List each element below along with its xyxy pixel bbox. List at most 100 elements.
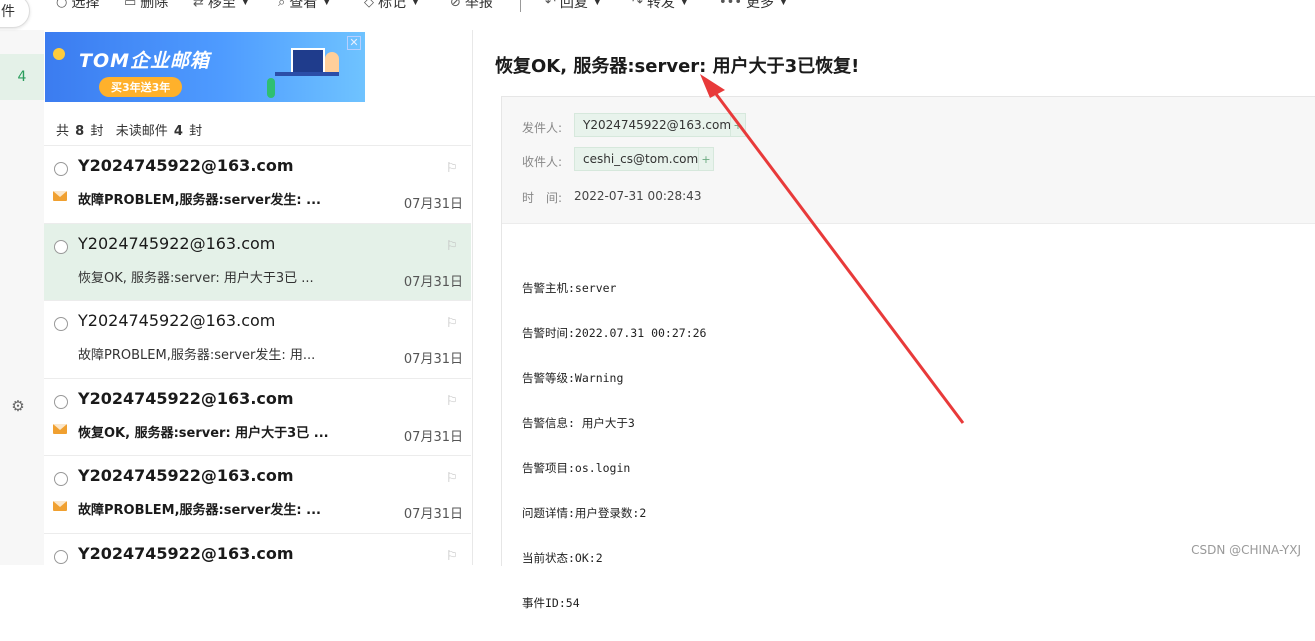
mail-list-item[interactable]: Y2024745922@163.com ⚐ 故障PROBLEM,服务器:server… bbox=[44, 455, 471, 533]
mail-list: TOM企业邮箱 买3年送3年 ✕ 共 8 封 未读邮件 4 封 Y2024745… bbox=[44, 30, 473, 611]
forward-icon: ↷ bbox=[632, 0, 643, 10]
desk-illustration bbox=[275, 72, 339, 76]
mail-list-item[interactable]: Y2024745922@163.com ⚐ 故障PROBLEM,服务器:server… bbox=[44, 145, 471, 223]
monitor-illustration bbox=[291, 48, 325, 74]
select-radio[interactable] bbox=[54, 549, 68, 564]
tag-button[interactable]: ◇ 标记 ▼ bbox=[364, 0, 419, 13]
select-radio[interactable] bbox=[54, 394, 68, 409]
to-label: 收件人: bbox=[522, 155, 563, 169]
chevron-down-icon: ▼ bbox=[412, 0, 419, 7]
mail-sender: Y2024745922@163.com bbox=[78, 543, 294, 563]
body-line: 告警等级:Warning bbox=[522, 371, 624, 385]
select-radio[interactable] bbox=[54, 239, 68, 254]
to-address[interactable]: ceshi_cs@tom.com bbox=[574, 147, 708, 171]
chevron-down-icon: ▼ bbox=[680, 0, 688, 7]
flag-icon[interactable]: ⚐ bbox=[446, 394, 460, 410]
mail-subject: 恢复OK, 服务器:server: 用户大于3已 ... bbox=[78, 425, 329, 441]
flag-icon[interactable]: ⚐ bbox=[446, 549, 460, 565]
banner-promo: 买3年送3年 bbox=[99, 77, 183, 97]
reply-icon: ↶ bbox=[545, 0, 556, 10]
report-button[interactable]: ⊘ 举报 bbox=[450, 0, 493, 13]
trash-icon: ▭ bbox=[124, 0, 137, 10]
select-button[interactable]: ○ 选择 bbox=[56, 0, 99, 13]
mail-date: 07月31日 bbox=[403, 507, 463, 522]
promo-banner[interactable]: TOM企业邮箱 买3年送3年 ✕ bbox=[45, 32, 365, 102]
chevron-down-icon: ▼ bbox=[323, 0, 331, 7]
body-line: 告警项目:os.login bbox=[522, 461, 631, 475]
mail-subject-title: 恢复OK, 服务器:server: 用户大于3已恢复! bbox=[495, 56, 860, 77]
body-line: 告警信息: 用户大于3 bbox=[522, 416, 635, 430]
mail-date: 07月31日 bbox=[403, 274, 463, 290]
move-button[interactable]: ⇄ 移至 ▼ bbox=[193, 0, 249, 13]
select-radio[interactable] bbox=[54, 317, 68, 331]
mail-list-item[interactable]: Y2024745922@163.com ⚐ 恢复OK, 服务器:server: 用户… bbox=[44, 222, 471, 301]
banner-brand: TOM企业邮箱 bbox=[79, 50, 211, 72]
chevron-down-icon: ▼ bbox=[241, 0, 249, 7]
mail-date: 07月31日 bbox=[403, 197, 463, 212]
time-label: 时 间: bbox=[522, 191, 563, 205]
circle-icon: ○ bbox=[56, 0, 68, 10]
flag-icon[interactable]: ⚐ bbox=[446, 239, 460, 255]
plant-illustration bbox=[267, 78, 275, 98]
view-icon: ⌕ bbox=[278, 0, 286, 10]
flag-icon[interactable]: ⚐ bbox=[446, 161, 460, 177]
report-icon: ⊘ bbox=[450, 0, 461, 10]
person-illustration bbox=[325, 52, 339, 74]
mail-sender: Y2024745922@163.com bbox=[78, 156, 294, 175]
body-line: 告警主机:server bbox=[522, 281, 617, 295]
mail-subject: 恢复OK, 服务器:server: 用户大于3已 ... bbox=[78, 270, 314, 286]
forward-button[interactable]: ↷ 转发 ▼ bbox=[632, 0, 688, 13]
body-line: 告警时间:2022.07.31 00:27:26 bbox=[522, 326, 707, 340]
gear-icon[interactable]: ⚙ bbox=[9, 397, 27, 415]
coin-icon bbox=[53, 48, 65, 60]
body-line: 问题详情:用户登录数:2 bbox=[522, 506, 647, 520]
mail-date: 07月31日 bbox=[403, 429, 463, 445]
mail-subject: 故障PROBLEM,服务器:server发生: 用... bbox=[78, 348, 316, 363]
from-label: 发件人: bbox=[522, 121, 563, 135]
watermark: CSDN @CHINA-YXJ bbox=[1191, 543, 1301, 557]
more-icon: ••• bbox=[719, 0, 743, 10]
add-contact-icon[interactable]: + bbox=[698, 147, 714, 171]
flag-icon[interactable]: ⚐ bbox=[446, 471, 460, 487]
mail-list-item[interactable]: Y2024745922@163.com ⚐ 恢复OK, 服务器:server: 用户… bbox=[44, 377, 471, 456]
mail-header: 发件人: Y2024745922@163.com + 收件人: ceshi_cs… bbox=[502, 97, 1315, 224]
more-button[interactable]: ••• 更多 ▼ bbox=[719, 0, 787, 13]
body-line: 事件ID:54 bbox=[522, 596, 580, 610]
tag-icon: ◇ bbox=[364, 0, 374, 10]
chevron-down-icon: ▼ bbox=[593, 0, 601, 7]
view-button[interactable]: ⌕ 查看 ▼ bbox=[278, 0, 330, 13]
select-radio[interactable] bbox=[54, 162, 68, 176]
mail-sender: Y2024745922@163.com bbox=[78, 233, 276, 253]
mail-sender: Y2024745922@163.com bbox=[78, 311, 276, 330]
toolbar: ○ 选择 ▭ 删除 ⇄ 移至 ▼ ⌕ 查看 ▼ ◇ 标记 ▼ ⊘ 举报 ↶ 回复 ▼ ↷ 转发 ▼ •••… bbox=[0, 0, 1315, 31]
total-count: 8 bbox=[75, 124, 85, 139]
left-nav: 件 4 ⚙ bbox=[0, 0, 44, 565]
mail-date: 07月31日 bbox=[403, 352, 463, 367]
toolbar-divider bbox=[520, 0, 521, 12]
mail-list-item[interactable]: Y2024745922@163.com ⚐ bbox=[44, 532, 471, 611]
mail-card: 发件人: Y2024745922@163.com + 收件人: ceshi_cs… bbox=[501, 96, 1315, 610]
reading-pane: 恢复OK, 服务器:server: 用户大于3已恢复! 发件人: Y202474… bbox=[473, 30, 1315, 610]
mail-sender: Y2024745922@163.com bbox=[78, 466, 294, 485]
mail-subject: 故障PROBLEM,服务器:server发生: ... bbox=[78, 193, 321, 208]
mail-subject: 故障PROBLEM,服务器:server发生: ... bbox=[78, 503, 321, 518]
active-folder-count[interactable]: 4 bbox=[0, 54, 44, 100]
flag-icon[interactable]: ⚐ bbox=[446, 316, 460, 332]
mail-sender: Y2024745922@163.com bbox=[78, 388, 294, 408]
from-address[interactable]: Y2024745922@163.com bbox=[574, 113, 741, 137]
move-icon: ⇄ bbox=[193, 0, 204, 10]
unread-count: 4 bbox=[173, 124, 183, 139]
body-line: 当前状态:OK:2 bbox=[522, 551, 603, 565]
delete-button[interactable]: ▭ 删除 bbox=[124, 0, 168, 13]
close-icon[interactable]: ✕ bbox=[347, 36, 361, 50]
sent-time: 2022-07-31 00:28:43 bbox=[574, 189, 702, 203]
unread-envelope-icon bbox=[53, 423, 67, 434]
mail-list-item[interactable]: Y2024745922@163.com ⚐ 故障PROBLEM,服务器:server… bbox=[44, 300, 471, 378]
mail-count-summary: 共 8 封 未读邮件 4 封 bbox=[56, 124, 203, 139]
add-contact-icon[interactable]: + bbox=[730, 113, 746, 137]
reply-button[interactable]: ↶ 回复 ▼ bbox=[545, 0, 601, 13]
select-radio[interactable] bbox=[54, 472, 68, 486]
mail-body: 告警主机:server 告警时间:2022.07.31 00:27:26 告警等… bbox=[522, 251, 706, 641]
unread-envelope-icon bbox=[53, 191, 67, 201]
chevron-down-icon: ▼ bbox=[780, 0, 787, 7]
